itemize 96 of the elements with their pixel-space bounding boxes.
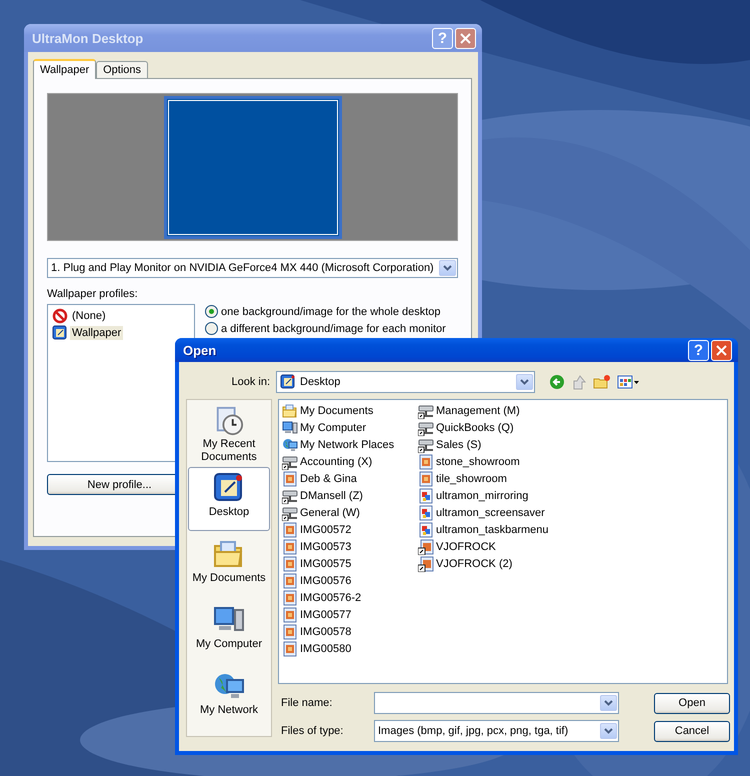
network-drive-icon (418, 402, 434, 418)
network-drive-icon (282, 488, 298, 504)
monitor-select[interactable]: 1. Plug and Play Monitor on NVIDIA GeForce4 MX 440 (Microsoft Corporation) (47, 258, 458, 278)
file-item[interactable]: Accounting (X) (300, 456, 372, 468)
desktop-icon (52, 324, 68, 340)
network-drive-icon (282, 454, 298, 470)
desktop-icon (280, 374, 296, 390)
app-file-icon (418, 504, 434, 520)
image-file-icon (282, 640, 298, 656)
file-item[interactable]: VJOFROCK (436, 540, 496, 552)
network-globe-icon (282, 436, 298, 452)
file-item[interactable]: IMG00578 (300, 626, 352, 638)
file-item[interactable]: IMG00573 (300, 540, 352, 552)
file-item[interactable]: stone_showroom (436, 456, 520, 468)
radio-button[interactable] (205, 322, 218, 335)
place-item[interactable]: My Documents (188, 533, 270, 597)
image-shortcut-icon (418, 538, 434, 554)
network-drive-icon (282, 504, 298, 520)
dropdown-button[interactable] (600, 695, 617, 711)
file-name-field[interactable] (374, 692, 619, 714)
file-item[interactable]: IMG00577 (300, 608, 352, 620)
file-name-label: File name: (280, 697, 334, 709)
profile-item[interactable]: Wallpaper (70, 326, 124, 340)
tab[interactable]: Wallpaper (33, 59, 96, 79)
no-entry-icon (52, 308, 68, 324)
tab[interactable]: Options (96, 61, 148, 78)
network-drive-icon (418, 436, 434, 452)
file-item[interactable]: Management (M) (436, 404, 520, 416)
desktop-icon (213, 472, 245, 504)
folder-icon (213, 538, 245, 570)
file-item[interactable]: IMG00572 (300, 524, 352, 536)
back-button[interactable] (549, 374, 565, 390)
place-item[interactable]: Desktop (188, 467, 270, 531)
file-type-label: Files of type: (280, 725, 344, 737)
help-button[interactable]: ? (688, 340, 709, 360)
image-file-icon (282, 522, 298, 538)
look-in-label: Look in: (230, 376, 271, 388)
image-file-icon (282, 606, 298, 622)
new-folder-button[interactable] (593, 374, 611, 390)
file-item[interactable]: IMG00580 (300, 642, 352, 654)
profile-item[interactable]: (None) (70, 308, 108, 322)
look-in-select[interactable]: Desktop (276, 371, 535, 393)
file-type-select[interactable]: Images (bmp, gif, jpg, pcx, png, tga, tif) (374, 720, 619, 742)
file-item[interactable]: DMansell (Z) (300, 490, 363, 502)
radio-label: one background/image for the whole desktop (221, 306, 441, 318)
place-item[interactable]: My Recent Documents (188, 401, 270, 465)
close-icon (460, 32, 471, 44)
file-item[interactable]: General (W) (300, 506, 360, 518)
image-file-icon (282, 624, 298, 640)
open-button[interactable]: Open (654, 692, 730, 714)
file-item[interactable]: ultramon_mirroring (436, 490, 528, 502)
app-file-icon (418, 488, 434, 504)
image-file-icon (282, 572, 298, 588)
caret-icon (443, 265, 452, 271)
view-menu-button[interactable] (617, 374, 641, 390)
file-item[interactable]: IMG00575 (300, 558, 352, 570)
image-shortcut-icon (418, 556, 434, 572)
image-file-icon (282, 538, 298, 554)
file-item[interactable]: Deb & Gina (300, 472, 357, 484)
file-item[interactable]: My Network Places (300, 438, 394, 450)
profiles-label: Wallpaper profiles: (47, 288, 139, 300)
file-item[interactable]: IMG00576-2 (300, 592, 362, 604)
close-button[interactable] (711, 340, 732, 360)
window-title: UltraMon Desktop (32, 30, 144, 46)
radio-button[interactable] (205, 305, 218, 318)
network-drive-icon (418, 420, 434, 436)
computer-icon (282, 420, 298, 436)
app-file-icon (418, 522, 434, 538)
place-item[interactable]: My Computer (188, 599, 270, 663)
dropdown-button[interactable] (516, 374, 533, 390)
file-item[interactable]: IMG00576 (300, 574, 352, 586)
file-item[interactable]: My Documents (300, 404, 374, 416)
caret-icon (520, 379, 529, 385)
caret-icon (604, 728, 613, 734)
file-item[interactable]: ultramon_taskbarmenu (436, 524, 549, 536)
window-title: Open (183, 342, 218, 358)
file-item[interactable]: tile_showroom (436, 472, 507, 484)
image-file-icon (282, 590, 298, 606)
file-item[interactable]: VJOFROCK (2) (436, 558, 512, 570)
image-file-icon (282, 556, 298, 572)
close-icon (716, 344, 727, 356)
image-file-icon (418, 470, 434, 486)
place-item[interactable]: My Network (188, 665, 270, 729)
cancel-button[interactable]: Cancel (654, 720, 730, 742)
image-file-icon (282, 470, 298, 486)
file-item[interactable]: Sales (S) (436, 438, 482, 450)
caret-icon (604, 700, 613, 706)
image-file-icon (418, 454, 434, 470)
file-item[interactable]: ultramon_screensaver (436, 506, 545, 518)
file-item[interactable]: My Computer (300, 422, 366, 434)
file-item[interactable]: QuickBooks (Q) (436, 422, 514, 434)
dropdown-button[interactable] (600, 723, 617, 739)
radio-label: a different background/image for each monitor (221, 322, 446, 334)
folder-icon (282, 402, 298, 418)
close-button[interactable] (455, 28, 476, 48)
dropdown-button[interactable] (439, 260, 456, 276)
